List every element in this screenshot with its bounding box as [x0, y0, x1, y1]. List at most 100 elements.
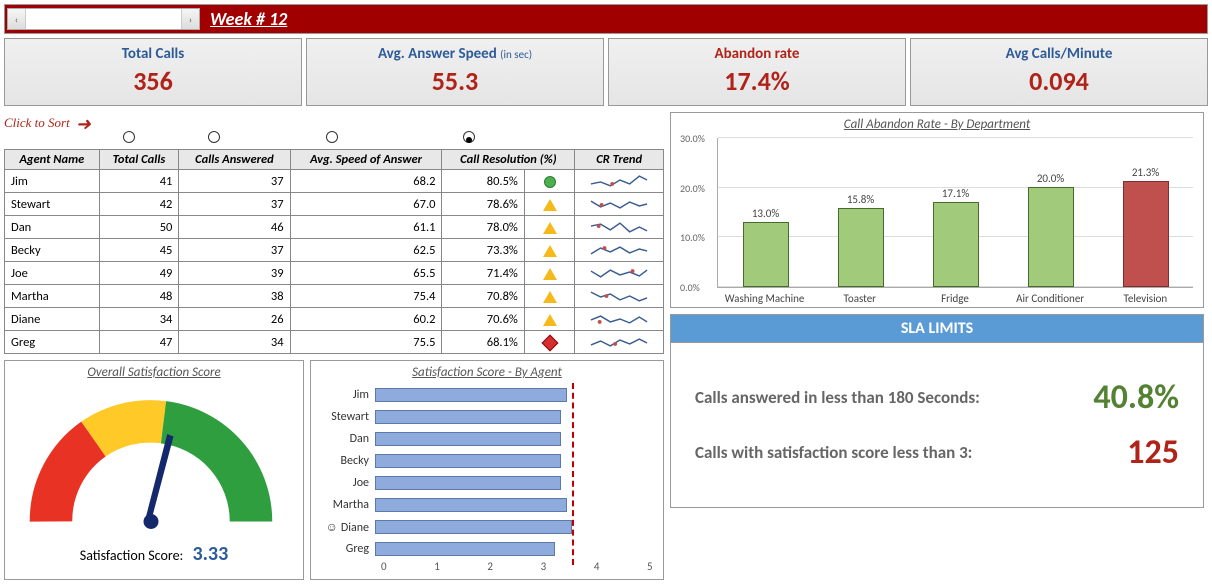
cell-agent: Dan — [5, 216, 100, 239]
cell-total: 48 — [99, 285, 179, 308]
cell-agent: Joe — [5, 262, 100, 285]
circle-green-icon — [544, 176, 556, 188]
table-row[interactable]: Dan504661.178.0% — [5, 216, 664, 239]
cell-agent: Martha — [5, 285, 100, 308]
cell-cr: 78.6% — [442, 193, 524, 216]
sort-radio-avg-speed[interactable] — [326, 131, 338, 143]
cell-agent: Greg — [5, 331, 100, 354]
sort-radio-calls-answered[interactable] — [208, 131, 220, 143]
cell-total: 47 — [99, 331, 179, 354]
agent-bar-fill — [375, 520, 572, 534]
cell-speed: 75.5 — [290, 331, 442, 354]
cell-answered: 46 — [179, 216, 290, 239]
sort-radio-total-calls[interactable] — [123, 131, 135, 143]
cell-indicator — [524, 170, 574, 193]
gauge-chart — [11, 384, 291, 534]
table-row[interactable]: Stewart423767.078.6% — [5, 193, 664, 216]
cell-cr: 68.1% — [442, 331, 524, 354]
cell-speed: 67.0 — [290, 193, 442, 216]
sort-radio-call-resolution[interactable] — [463, 131, 475, 143]
table-row[interactable]: Greg473475.568.1% — [5, 331, 664, 354]
cell-speed: 60.2 — [290, 308, 442, 331]
spinner-prev[interactable]: ‹ — [8, 9, 26, 29]
table-row[interactable]: Becky453762.573.3% — [5, 239, 664, 262]
agent-bar-label: Stewart — [317, 410, 375, 424]
triangle-yellow-icon — [543, 199, 557, 211]
bar-fill — [1028, 187, 1074, 287]
kpi-value: 0.094 — [911, 65, 1207, 97]
cell-agent: Diane — [5, 308, 100, 331]
x-tick-label: Air Conditioner — [1005, 292, 1095, 305]
cell-sparkline — [575, 262, 664, 285]
agent-bar-fill — [375, 388, 567, 402]
agent-bar-fill — [375, 498, 567, 512]
sla-body: Calls answered in less than 180 Seconds:… — [670, 343, 1204, 508]
kpi-avg-answer: Avg. Answer Speed (in sec) 55.3 — [306, 38, 604, 106]
x-tick-label: Toaster — [815, 292, 905, 305]
week-spinner[interactable]: ‹ › — [7, 8, 200, 30]
th-agent[interactable]: Agent Name — [5, 150, 100, 170]
agent-bar-label: Becky — [317, 454, 375, 468]
cell-sparkline — [575, 285, 664, 308]
gauge-title: Overall Satisfaction Score — [11, 365, 297, 380]
th-trend[interactable]: CR Trend — [575, 150, 664, 170]
agent-table: Agent Name Total Calls Calls Answered Av… — [4, 149, 664, 354]
cell-cr: 80.5% — [442, 170, 524, 193]
agent-bar-row: Jim — [317, 384, 657, 406]
cell-total: 42 — [99, 193, 179, 216]
bar-column: 17.1% — [926, 187, 986, 288]
table-header-row: Agent Name Total Calls Calls Answered Av… — [5, 150, 664, 170]
kpi-abandon-rate: Abandon rate 17.4% — [608, 38, 906, 106]
cell-sparkline — [575, 308, 664, 331]
cell-indicator — [524, 193, 574, 216]
table-row[interactable]: Martha483875.470.8% — [5, 285, 664, 308]
th-speed[interactable]: Avg. Speed of Answer — [290, 150, 442, 170]
kpi-value: 356 — [5, 65, 301, 97]
cell-sparkline — [575, 170, 664, 193]
th-total[interactable]: Total Calls — [99, 150, 179, 170]
cell-total: 49 — [99, 262, 179, 285]
agent-bar-fill — [375, 432, 561, 446]
bar-value-label: 17.1% — [942, 187, 969, 200]
bar-column: 15.8% — [831, 193, 891, 287]
bar-fill — [838, 208, 884, 287]
cell-sparkline — [575, 193, 664, 216]
table-row[interactable]: Diane342660.270.6% — [5, 308, 664, 331]
table-row[interactable]: Jim413768.280.5% — [5, 170, 664, 193]
bar-column: 21.3% — [1116, 166, 1176, 288]
agent-bar-row: Becky — [317, 450, 657, 472]
sparkline-icon — [589, 172, 649, 190]
cell-sparkline — [575, 216, 664, 239]
bar-value-label: 13.0% — [752, 207, 779, 220]
bar-fill — [743, 222, 789, 287]
spinner-next[interactable]: › — [181, 9, 199, 29]
cell-answered: 37 — [179, 170, 290, 193]
agent-bar-track — [375, 497, 657, 513]
cell-agent: Becky — [5, 239, 100, 262]
cell-indicator — [524, 262, 574, 285]
gauge-panel: Overall Satisfaction Score Satisfaction … — [4, 360, 304, 580]
th-resolution[interactable]: Call Resolution (%) — [442, 150, 575, 170]
bar-fill — [1123, 181, 1169, 288]
kpi-total-calls: Total Calls 356 — [4, 38, 302, 106]
agent-bar-track — [375, 453, 657, 469]
cell-total: 45 — [99, 239, 179, 262]
bar-fill — [933, 202, 979, 288]
agent-bar-label: Greg — [317, 542, 375, 556]
sla-text: Calls with satisfaction score less than … — [695, 442, 1127, 463]
sparkline-icon — [589, 195, 649, 213]
agent-bar-track — [375, 541, 657, 557]
table-row[interactable]: Joe493965.571.4% — [5, 262, 664, 285]
sparkline-icon — [589, 264, 649, 282]
bar-column: 13.0% — [736, 207, 796, 287]
th-answered[interactable]: Calls Answered — [179, 150, 290, 170]
cell-speed: 61.1 — [290, 216, 442, 239]
sla-header: SLA LIMITS — [670, 314, 1204, 343]
triangle-yellow-icon — [543, 222, 557, 234]
agent-bar-row: ☺Diane — [317, 516, 657, 538]
y-tick-label: 10.0% — [680, 231, 705, 244]
agent-bar-track — [375, 475, 657, 491]
agent-bar-row: Martha — [317, 494, 657, 516]
agent-bar-track — [375, 519, 657, 535]
cell-speed: 62.5 — [290, 239, 442, 262]
